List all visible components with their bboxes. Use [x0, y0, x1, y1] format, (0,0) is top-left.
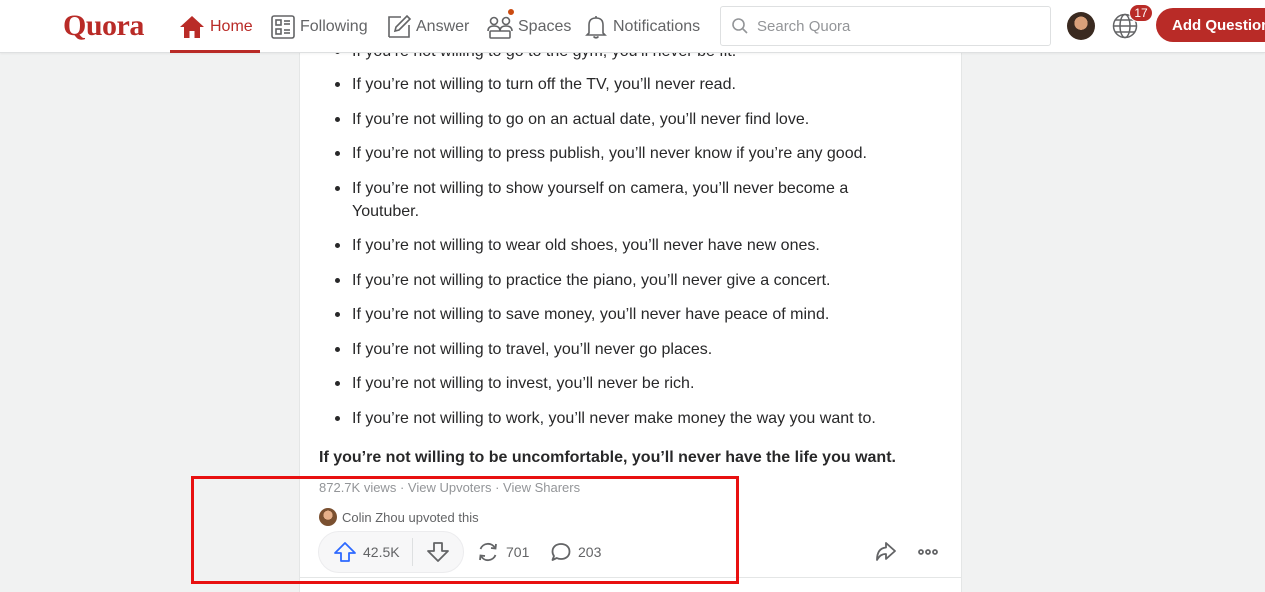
- answer-stats: 872.7K views · View Upvoters · View Shar…: [319, 480, 580, 495]
- list-item: If you’re not willing to invest, you’ll …: [335, 372, 942, 395]
- upvote-button[interactable]: 42.5K: [319, 538, 414, 566]
- list-item: If you’re not willing to work, you’ll ne…: [335, 407, 942, 430]
- upvote-count: 42.5K: [363, 544, 400, 560]
- nav-answer-label: Answer: [416, 17, 470, 35]
- spaces-notification-dot: [507, 8, 515, 16]
- nav-notifications[interactable]: Notifications: [583, 0, 700, 53]
- view-sharers-link[interactable]: View Sharers: [503, 480, 580, 495]
- reshare-icon: [479, 542, 497, 562]
- share-count-button[interactable]: 701: [476, 531, 529, 573]
- share-count: 701: [506, 544, 530, 560]
- vote-group: 42.5K: [318, 531, 464, 573]
- list-item: If you’re not willing to show yourself o…: [335, 177, 892, 223]
- add-question-button[interactable]: Add Question: [1156, 8, 1265, 42]
- view-upvoters-link[interactable]: View Upvoters: [408, 480, 492, 495]
- search-icon: [732, 18, 748, 34]
- comments-button[interactable]: 203: [550, 531, 601, 573]
- bell-icon: [585, 15, 607, 39]
- view-count: 872.7K views: [319, 480, 397, 495]
- upvoted-by-text[interactable]: Colin Zhou upvoted this: [342, 510, 479, 525]
- pencil-icon: [388, 14, 412, 38]
- downvote-button[interactable]: [413, 541, 463, 563]
- home-icon: [180, 15, 204, 38]
- nav-following-label: Following: [300, 17, 368, 35]
- spaces-icon: [487, 16, 513, 39]
- top-nav-bar: Quora Home Following Answer Spaces Notif…: [0, 0, 1265, 53]
- list-item: If you’re not willing to wear old shoes,…: [335, 234, 942, 257]
- card-divider: [300, 577, 961, 578]
- nav-home-label: Home: [210, 17, 253, 35]
- nav-spaces-label: Spaces: [518, 17, 572, 35]
- downvote-arrow-icon: [427, 542, 450, 562]
- upvoted-by: Colin Zhou upvoted this: [319, 508, 479, 526]
- list-item: If you’re not willing to press publish, …: [335, 142, 942, 165]
- list-item: If you’re not willing to practice the pi…: [335, 269, 942, 292]
- list-item: If you’re not willing to turn off the TV…: [335, 73, 942, 96]
- nav-home[interactable]: Home: [170, 0, 260, 53]
- comment-icon: [551, 543, 571, 561]
- answer-card: If you’re not willing to go to the gym, …: [299, 0, 962, 592]
- following-icon: [271, 14, 295, 39]
- nav-answer[interactable]: Answer: [386, 0, 469, 53]
- upvoter-avatar[interactable]: [319, 508, 337, 526]
- nav-following[interactable]: Following: [270, 0, 368, 53]
- list-item: If you’re not willing to travel, you’ll …: [335, 338, 942, 361]
- answer-conclusion: If you’re not willing to be uncomfortabl…: [319, 449, 896, 466]
- list-item: If you’re not willing to save money, you…: [335, 303, 942, 326]
- nav-notifications-label: Notifications: [613, 17, 701, 35]
- search-bar[interactable]: [720, 6, 1051, 46]
- more-options-icon[interactable]: [916, 540, 940, 564]
- search-input[interactable]: [757, 17, 1037, 35]
- meta-separator: ·: [396, 480, 408, 495]
- comment-count: 203: [578, 544, 602, 560]
- meta-separator: ·: [491, 480, 504, 495]
- upvote-arrow-icon: [334, 542, 356, 562]
- list-item: If you’re not willing to go on an actual…: [335, 108, 942, 131]
- share-arrow-icon[interactable]: [874, 540, 898, 564]
- quora-logo[interactable]: Quora: [63, 9, 144, 43]
- user-avatar[interactable]: [1067, 12, 1095, 40]
- action-bar: 42.5K 701 203: [318, 531, 948, 575]
- nav-spaces[interactable]: Spaces: [486, 0, 571, 53]
- language-notification-badge: 17: [1129, 4, 1153, 22]
